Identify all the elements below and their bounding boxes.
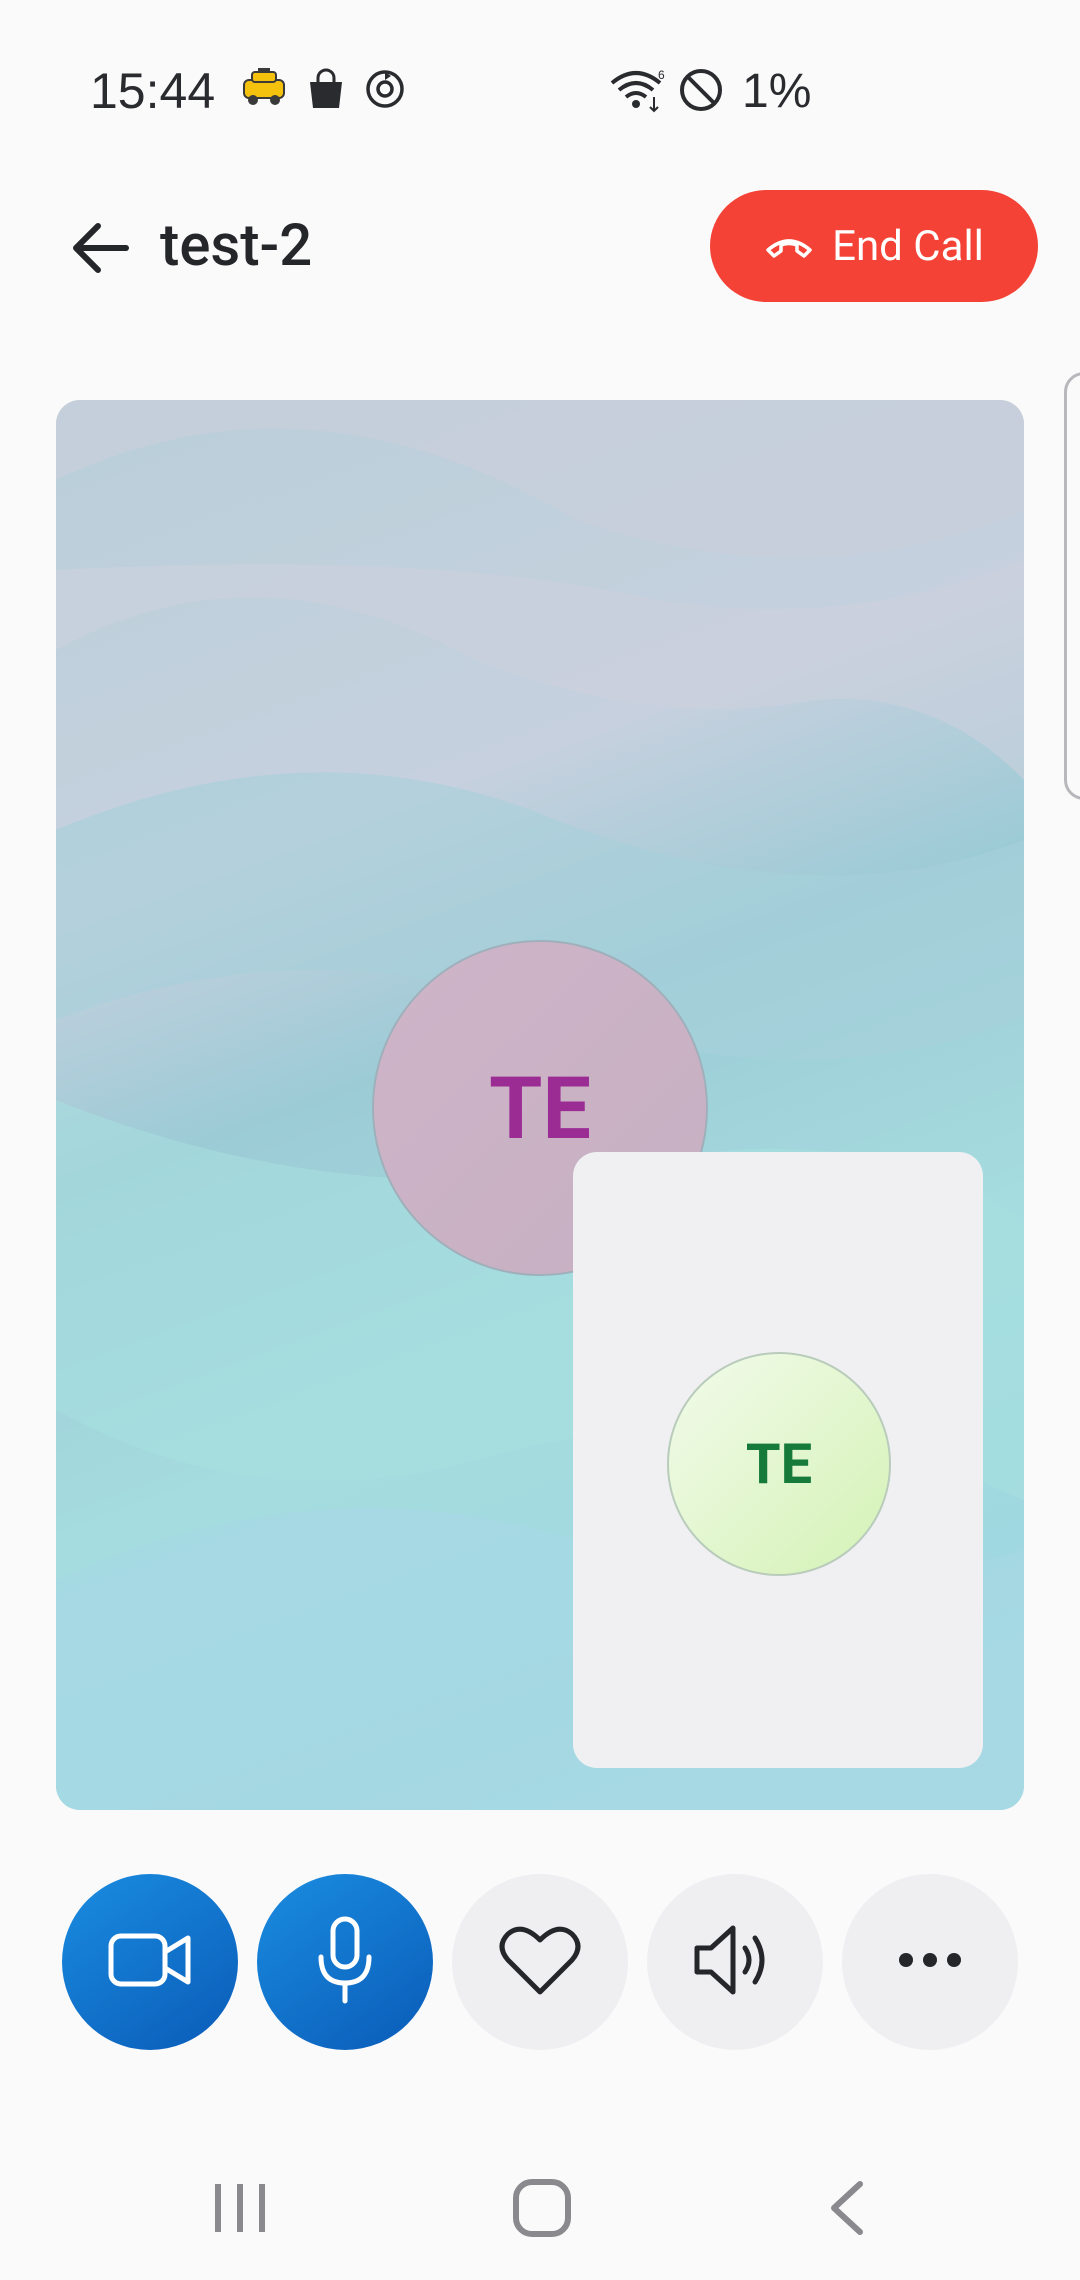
speaker-button[interactable] bbox=[647, 1874, 823, 2050]
status-time: 15:44 bbox=[90, 63, 216, 119]
edge-panel-handle[interactable] bbox=[1064, 372, 1080, 800]
camera-toggle-button[interactable] bbox=[62, 1874, 238, 2050]
home-button[interactable] bbox=[492, 2160, 592, 2260]
microphone-icon bbox=[315, 1915, 375, 2009]
status-icons-left bbox=[240, 68, 406, 114]
video-camera-icon bbox=[108, 1930, 192, 1994]
phone-hangup-icon bbox=[764, 222, 814, 271]
status-bar: 15:44 6 1% bbox=[0, 0, 1080, 190]
self-initials: TE bbox=[745, 1431, 813, 1497]
remote-video-tile[interactable]: TE TE bbox=[56, 400, 1024, 1810]
back-button[interactable] bbox=[60, 210, 140, 290]
shopping-bag-icon bbox=[306, 68, 346, 114]
self-view-tile[interactable]: TE bbox=[573, 1152, 983, 1768]
more-options-button[interactable] bbox=[842, 1874, 1018, 2050]
sync-icon bbox=[364, 68, 406, 114]
recents-icon bbox=[212, 2182, 268, 2238]
remote-participant-initials: TE bbox=[489, 1057, 591, 1159]
do-not-disturb-icon bbox=[678, 67, 724, 117]
microphone-toggle-button[interactable] bbox=[257, 1874, 433, 2050]
speaker-icon bbox=[693, 1922, 777, 2002]
svg-text:6: 6 bbox=[658, 68, 665, 82]
self-avatar: TE bbox=[667, 1352, 891, 1576]
arrow-left-icon bbox=[68, 220, 132, 280]
status-icons-right: 6 1% bbox=[608, 64, 811, 119]
system-nav-bar bbox=[0, 2140, 1080, 2280]
nav-back-button[interactable] bbox=[796, 2160, 896, 2260]
recents-button[interactable] bbox=[190, 2160, 290, 2260]
call-controls bbox=[0, 1874, 1080, 2050]
home-icon bbox=[512, 2178, 572, 2242]
call-title: test-2 bbox=[160, 212, 313, 280]
battery-percentage: 1% bbox=[742, 65, 812, 118]
end-call-button[interactable]: End Call bbox=[710, 190, 1038, 302]
call-header: test-2 End Call bbox=[0, 190, 1080, 320]
wifi-icon: 6 bbox=[608, 67, 668, 117]
end-call-label: End Call bbox=[832, 221, 984, 271]
more-dots-icon bbox=[898, 1952, 962, 1972]
back-icon bbox=[826, 2180, 866, 2240]
heart-icon bbox=[498, 1922, 582, 2002]
reaction-button[interactable] bbox=[452, 1874, 628, 2050]
taxi-icon bbox=[240, 68, 288, 114]
